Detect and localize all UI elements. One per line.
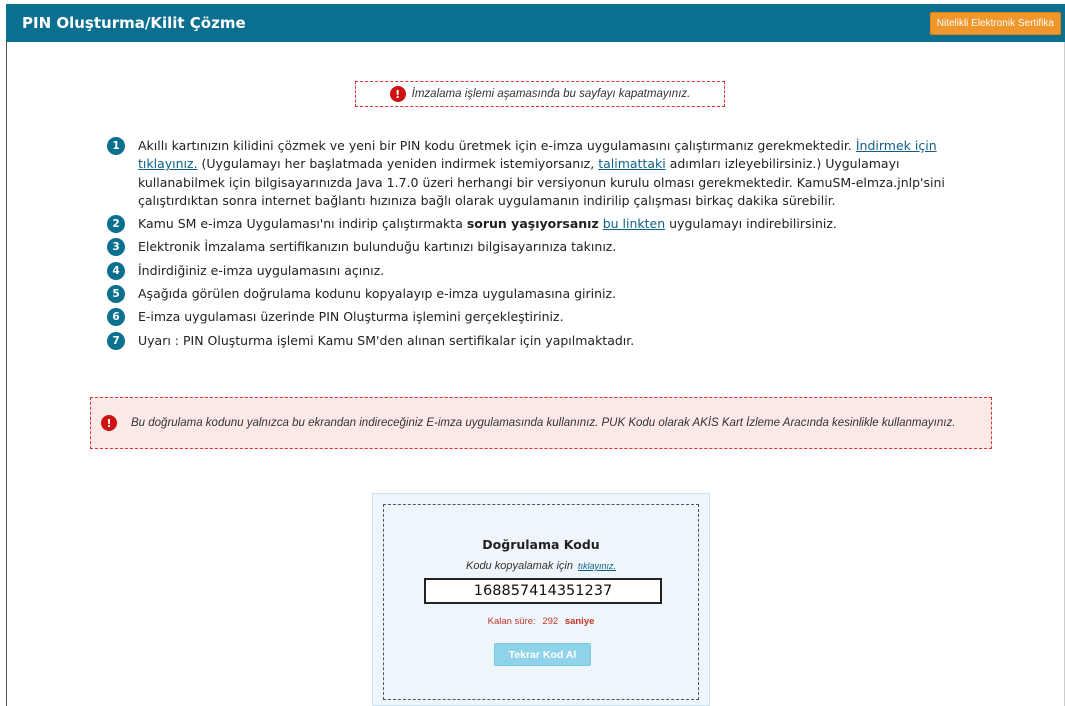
timer-unit: saniye (564, 616, 595, 627)
list-item: 2 Kamu SM e-imza Uygulaması'nı indirip ç… (107, 215, 987, 234)
exclamation-icon: ! (101, 415, 117, 431)
main-warning-text: Bu doğrulama kodunu yalnızca bu ekrandan… (131, 417, 956, 429)
instructions-link[interactable]: talimattaki (598, 156, 666, 171)
instruction-list: 1 Akıllı kartınızın kilidini çözmek ve y… (107, 137, 987, 355)
step-text-part: uygulamayı indirebilirsiniz. (665, 216, 837, 232)
copy-instruction: Kodu kopyalamak için tıklayınız. (384, 560, 698, 572)
step-number-badge: 1 (107, 137, 125, 155)
step-text-part: Akıllı kartınızın kilidini çözmek ve yen… (138, 138, 856, 153)
verification-inner-box: Doğrulama Kodu Kodu kopyalamak için tıkla… (383, 504, 699, 700)
step-number-badge: 6 (107, 308, 125, 327)
step-text: Kamu SM e-imza Uygulaması'nı indirip çal… (138, 215, 837, 233)
verification-title: Doğrulama Kodu (482, 537, 600, 552)
step-text-part: (Uygulamayı her başlatmada yeniden indir… (197, 156, 599, 172)
alternate-download-link[interactable]: bu linkten (603, 216, 665, 231)
timer-label: Kalan süre: (487, 616, 536, 627)
list-item: 7 Uyarı : PIN Oluşturma işlemi Kamu SM'd… (107, 331, 987, 350)
page-header: PIN Oluşturma/Kilit Çözme Nitelikli Elek… (6, 4, 1065, 42)
exclamation-icon: ! (389, 86, 406, 102)
list-item: 4 İndirdiğiniz e-imza uygulamasını açını… (107, 261, 987, 280)
copy-instruction-text: Kodu kopyalamak için (465, 560, 573, 572)
page-title: PIN Oluşturma/Kilit Çözme (22, 14, 246, 32)
step-text-bold: sorun yaşıyorsanız (466, 216, 599, 232)
main-warning-box: ! Bu doğrulama kodunu yalnızca bu ekrand… (90, 397, 992, 449)
step-text: Uyarı : PIN Oluşturma işlemi Kamu SM'den… (138, 332, 635, 348)
step-number-badge: 5 (107, 285, 125, 304)
step-number-badge: 4 (107, 261, 125, 280)
step-text: E-imza uygulaması üzerinde PIN Oluşturma… (138, 309, 564, 325)
qualified-certificate-button[interactable]: Nitelikli Elektronik Sertifika (929, 11, 1061, 35)
step-text: Akıllı kartınızın kilidini çözmek ve yen… (138, 137, 987, 210)
list-item: 3 Elektronik İmzalama sertifikanızın bul… (107, 238, 987, 257)
top-warning-box: ! İmzalama işlemi aşamasında bu sayfayı … (355, 81, 725, 107)
timer-value: 292 (542, 616, 559, 627)
step-text-part: Kamu SM e-imza Uygulaması'nı indirip çal… (138, 216, 467, 232)
step-text: Elektronik İmzalama sertifikanızın bulun… (138, 239, 617, 255)
list-item: 1 Akıllı kartınızın kilidini çözmek ve y… (107, 137, 987, 210)
verification-code-field[interactable] (424, 578, 662, 604)
copy-code-link[interactable]: tıklayınız. (578, 561, 616, 571)
verification-panel: Doğrulama Kodu Kodu kopyalamak için tıkla… (372, 493, 710, 706)
list-item: 6 E-imza uygulaması üzerinde PIN Oluştur… (107, 308, 987, 327)
step-number-badge: 7 (107, 331, 125, 350)
step-text: Aşağıda görülen doğrulama kodunu kopyala… (138, 286, 617, 302)
remaining-time: Kalan süre: 292 saniye (384, 616, 698, 627)
retry-code-button[interactable]: Tekrar Kod Al (494, 643, 591, 666)
step-number-badge: 2 (107, 215, 125, 234)
step-text: İndirdiğiniz e-imza uygulamasını açınız. (138, 262, 385, 278)
list-item: 5 Aşağıda görülen doğrulama kodunu kopya… (107, 285, 987, 304)
step-number-badge: 3 (107, 238, 125, 257)
top-warning-text: İmzalama işlemi aşamasında bu sayfayı ka… (411, 88, 691, 100)
